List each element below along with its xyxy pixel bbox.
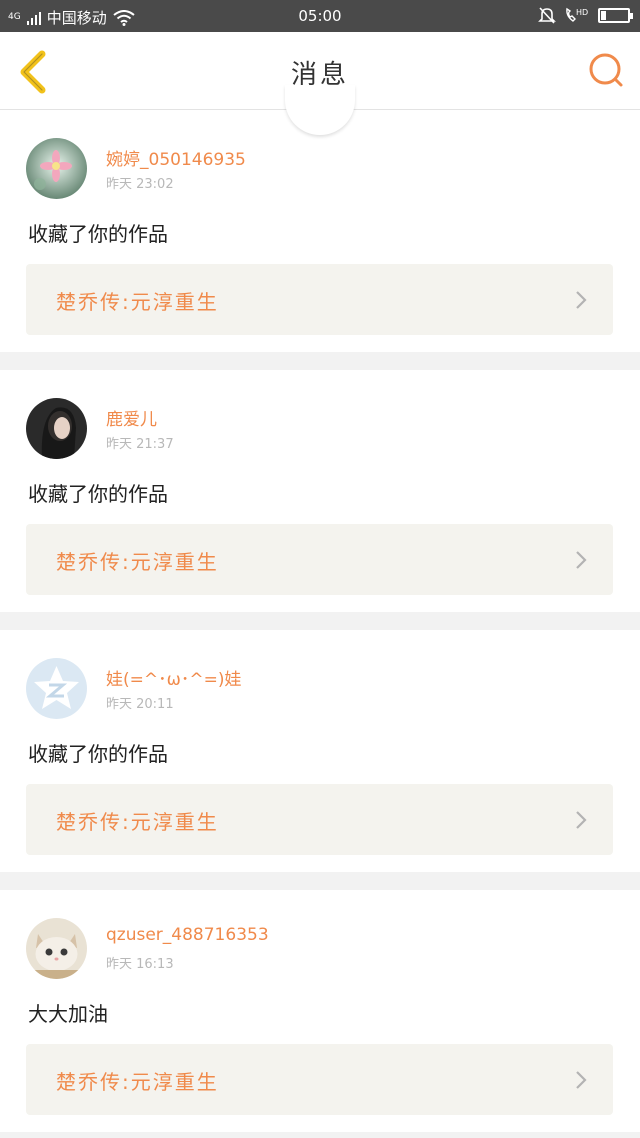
chevron-right-icon	[576, 551, 587, 569]
user-avatar[interactable]	[26, 918, 87, 979]
work-link[interactable]: 楚乔传:元淳重生	[26, 264, 613, 335]
search-button[interactable]	[586, 50, 626, 90]
message-time: 昨天 21:37	[106, 437, 174, 452]
message-card[interactable]: 娃(=^･ω･^=)娃 昨天 20:11 收藏了你的作品 楚乔传:元淳重生	[0, 630, 640, 872]
user-avatar[interactable]	[26, 658, 87, 719]
message-content: 收藏了你的作品	[28, 742, 168, 766]
work-link[interactable]: 楚乔传:元淳重生	[26, 1044, 613, 1115]
work-link[interactable]: 楚乔传:元淳重生	[26, 524, 613, 595]
work-title: 楚乔传:元淳重生	[56, 550, 219, 574]
chevron-right-icon	[576, 1071, 587, 1089]
mute-bell-icon	[538, 7, 556, 24]
portrait-avatar-icon	[26, 398, 87, 459]
work-title: 楚乔传:元淳重生	[56, 1070, 219, 1094]
status-bar: 4G 中国移动 05:00 HD	[0, 0, 640, 32]
message-time: 昨天 23:02	[106, 177, 174, 192]
work-title: 楚乔传:元淳重生	[56, 810, 219, 834]
username[interactable]: 娃(=^･ω･^=)娃	[106, 665, 241, 690]
qzone-default-avatar-icon	[26, 658, 87, 719]
flower-avatar-icon	[26, 138, 87, 199]
message-content: 收藏了你的作品	[28, 222, 168, 246]
battery-icon	[598, 7, 633, 23]
username[interactable]: 鹿爱儿	[106, 405, 157, 430]
user-avatar[interactable]	[26, 138, 87, 199]
chevron-right-icon	[576, 291, 587, 309]
work-title: 楚乔传:元淳重生	[56, 290, 219, 314]
username[interactable]: qzuser_488716353	[106, 925, 269, 945]
message-content: 收藏了你的作品	[28, 482, 168, 506]
svg-text:HD: HD	[576, 8, 588, 17]
message-content: 大大加油	[28, 1002, 108, 1026]
hd-call-icon: HD	[566, 7, 588, 22]
cat-avatar-icon	[26, 918, 87, 979]
status-right: HD	[538, 6, 633, 24]
message-time: 昨天 20:11	[106, 697, 174, 712]
message-card[interactable]: 鹿爱儿 昨天 21:37 收藏了你的作品 楚乔传:元淳重生	[0, 370, 640, 612]
message-card[interactable]: 婉婷_050146935 昨天 23:02 收藏了你的作品 楚乔传:元淳重生	[0, 110, 640, 352]
user-avatar[interactable]	[26, 398, 87, 459]
username[interactable]: 婉婷_050146935	[106, 145, 246, 170]
work-link[interactable]: 楚乔传:元淳重生	[26, 784, 613, 855]
message-card[interactable]: qzuser_488716353 昨天 16:13 大大加油 楚乔传:元淳重生	[0, 890, 640, 1132]
message-time: 昨天 16:13	[106, 957, 174, 972]
chevron-right-icon	[576, 811, 587, 829]
